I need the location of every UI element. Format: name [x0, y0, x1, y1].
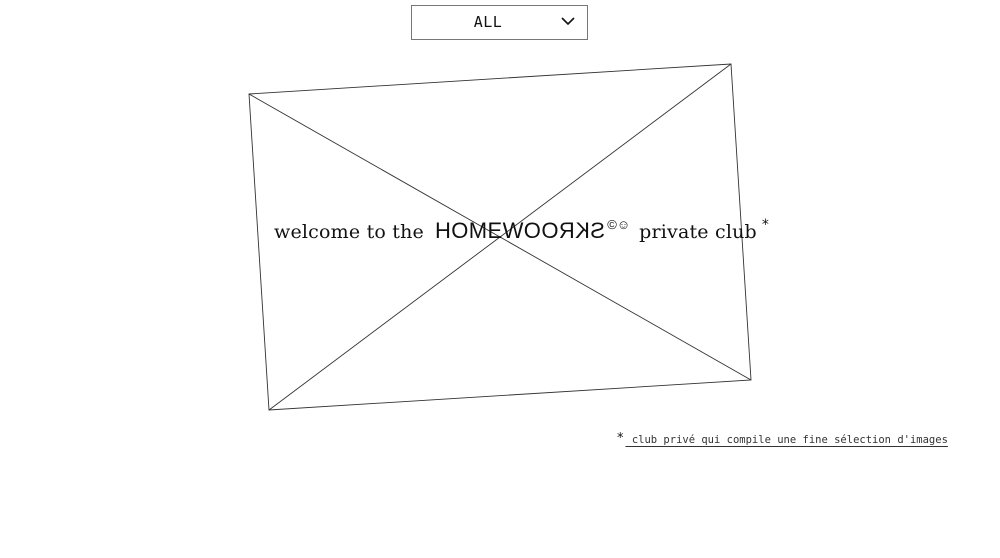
- welcome-heading: welcome to the HOMEWO SKRO ©☺ private club…: [274, 217, 769, 258]
- brand-logo[interactable]: HOMEWO SKRO ©☺: [435, 217, 631, 244]
- welcome-suffix: private club: [639, 221, 757, 243]
- brand-name-mirrored: SKRO: [541, 218, 606, 243]
- welcome-prefix: welcome to the: [274, 221, 424, 243]
- footnote-mark: *: [617, 431, 624, 446]
- footnote: * club privé qui compile une fine sélect…: [617, 431, 948, 447]
- brand-name: HOMEWO: [435, 218, 542, 243]
- brand-symbols: ©☺: [607, 217, 631, 232]
- footnote-link[interactable]: club privé qui compile une fine sélectio…: [626, 434, 948, 446]
- footnote-asterisk: *: [761, 217, 769, 233]
- image-placeholder-icon: [248, 63, 752, 411]
